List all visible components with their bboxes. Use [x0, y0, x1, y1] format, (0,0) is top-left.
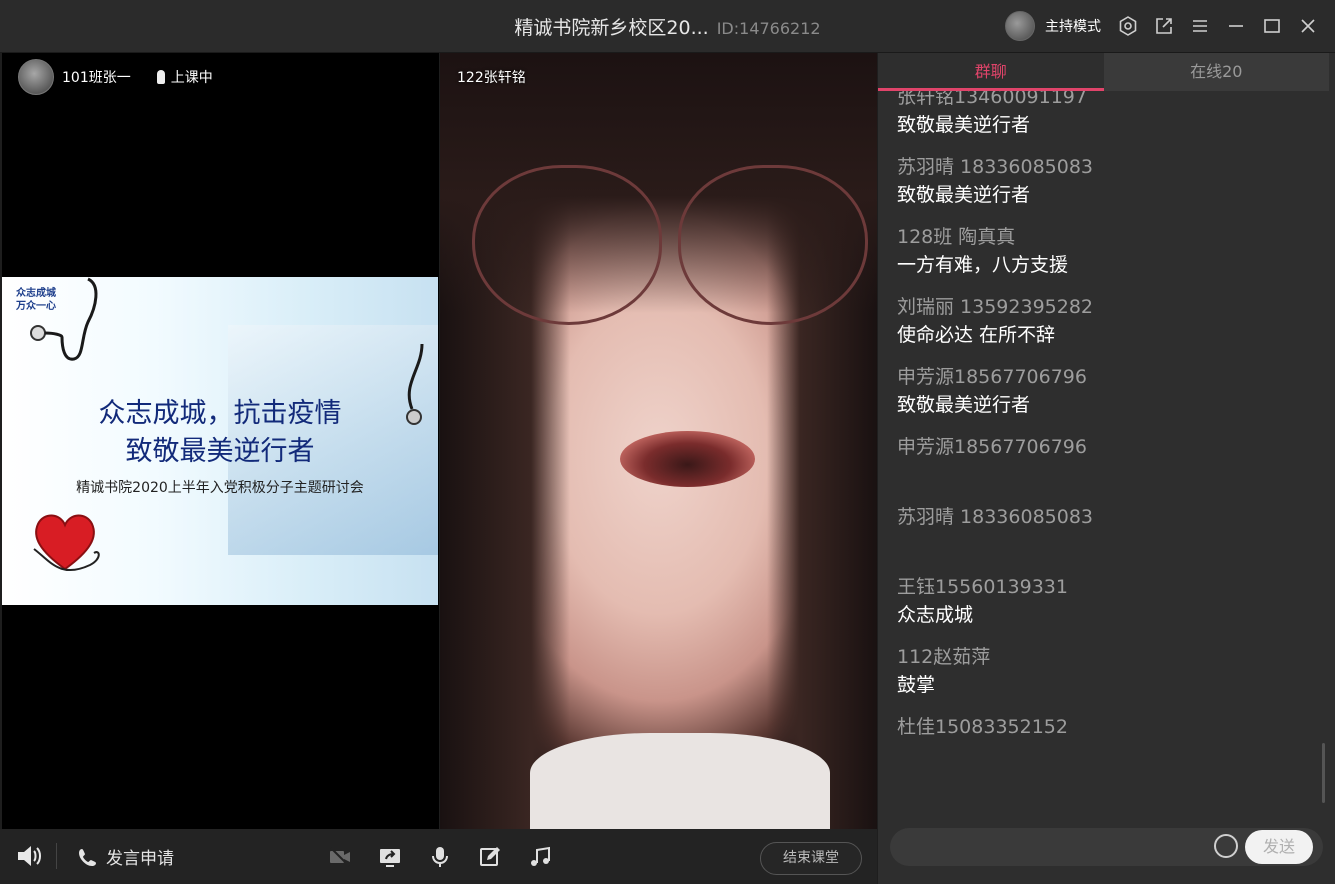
- chat-message-sender: 128班 陶真真: [897, 226, 1016, 248]
- class-status-label: 上课中: [170, 70, 213, 86]
- teacher-avatar: [18, 59, 54, 95]
- stethoscope-icon: [30, 277, 98, 361]
- tab-online-users[interactable]: 在线20: [1103, 53, 1329, 91]
- teacher-info: 101班张一 上课中: [18, 59, 213, 95]
- participant-video[interactable]: 122张轩铭: [440, 53, 877, 829]
- host-mode-label[interactable]: 主持模式: [1045, 16, 1101, 36]
- slide-headline: 众志成城，抗击疫情 致敬最美逆行者: [2, 395, 438, 471]
- chat-message: 刘瑞丽 13592395282 使命必达 在所不辞: [897, 293, 1093, 349]
- class-status: 上课中: [156, 67, 213, 87]
- chat-message: 苏羽晴 18336085083 致敬最美逆行者: [897, 153, 1093, 209]
- chat-message-text: 一方有难，八方支援: [897, 254, 1069, 276]
- chat-message-list[interactable]: 张轩铭13460091197 致敬最美逆行者 苏羽晴 18336085083 致敬最美…: [878, 91, 1323, 827]
- chat-message-sender: 苏羽晴 18336085083: [897, 506, 1094, 528]
- chat-message: 112赵茹萍 鼓掌: [897, 643, 1093, 699]
- chat-panel: 群聊 在线20 张轩铭13460091197 致敬最美逆行者 苏羽晴 1833608…: [878, 53, 1335, 884]
- chat-message-text: 使命必达 在所不辞: [897, 324, 1056, 346]
- slide-headline-line2: 致敬最美逆行者: [125, 436, 315, 467]
- presentation-slide: 众志成城 万众一心 众志成城，抗击疫情 致敬最美逆行者 精诚书院2020上半年入…: [2, 277, 438, 605]
- chat-message-text: 致敬最美逆行者: [897, 184, 1031, 206]
- chat-message-sender: 苏羽晴 18336085083: [897, 156, 1094, 178]
- chat-message: 张轩铭13460091197 致敬最美逆行者: [897, 91, 1093, 139]
- tab-group-chat[interactable]: 群聊: [878, 53, 1104, 91]
- chat-message-text: 众志成城: [897, 604, 974, 626]
- emoji-icon[interactable]: [1214, 834, 1238, 858]
- chat-message-text: 鼓掌: [897, 674, 936, 696]
- music-icon[interactable]: [528, 845, 552, 869]
- microphone-icon[interactable]: [428, 845, 452, 869]
- video-mouth: [620, 431, 755, 487]
- mic-status-icon: [156, 70, 165, 84]
- video-glasses-left: [472, 165, 662, 325]
- chat-input[interactable]: 发送: [890, 828, 1323, 866]
- chat-message-sender: 112赵茹萍: [897, 646, 991, 668]
- end-class-button[interactable]: 结束课堂: [760, 842, 862, 875]
- phone-icon: [79, 848, 96, 866]
- chat-message: 申芳源18567706796 致敬最美逆行者: [897, 363, 1093, 419]
- chat-tabs: 群聊 在线20: [878, 53, 1329, 91]
- speaker-icon[interactable]: [16, 844, 42, 868]
- chat-message: 杜佳15083352152: [897, 713, 1093, 769]
- slide-subtitle: 精诚书院2020上半年入党积极分子主题研讨会: [76, 480, 364, 496]
- chat-message-sender: 刘瑞丽 13592395282: [897, 296, 1094, 318]
- chat-scrollbar[interactable]: [1322, 743, 1325, 803]
- host-avatar[interactable]: [1005, 11, 1035, 41]
- teacher-name: 101班张一: [62, 70, 131, 86]
- chat-message-sender: 申芳源18567706796: [897, 436, 1087, 458]
- participant-name: 122张轩铭: [457, 70, 526, 86]
- meeting-id: ID:14766212: [716, 19, 821, 38]
- video-glasses-right: [678, 165, 868, 325]
- chat-message-text: [897, 531, 1093, 559]
- popout-icon[interactable]: [1151, 13, 1177, 39]
- teacher-stream-panel[interactable]: 101班张一 上课中 众志成城 万众一心 众志成城，抗击疫情 致敬最美逆行者 精…: [2, 53, 439, 829]
- apply-to-speak-label: 发言申请: [106, 849, 174, 869]
- chat-message: 苏羽晴 18336085083: [897, 503, 1093, 559]
- chat-message-text: [897, 741, 1093, 769]
- title-bar: 精诚书院新乡校区20... ID:14766212 主持模式: [0, 0, 1335, 53]
- slide-headline-line1: 众志成城，抗击疫情: [98, 398, 342, 429]
- toolbar-divider: [56, 843, 57, 869]
- meeting-title: 精诚书院新乡校区20...: [514, 17, 709, 39]
- whiteboard-edit-icon[interactable]: [478, 845, 502, 869]
- chat-message: 申芳源18567706796: [897, 433, 1093, 489]
- chat-message-sender: 杜佳15083352152: [897, 716, 1068, 738]
- chat-message: 王钰15560139331 众志成城: [897, 573, 1093, 629]
- chat-message-sender: 申芳源18567706796: [897, 366, 1087, 388]
- send-button[interactable]: 发送: [1245, 830, 1313, 864]
- camera-off-icon[interactable]: [328, 845, 352, 869]
- chat-message-text: 致敬最美逆行者: [897, 114, 1031, 136]
- apply-to-speak-button[interactable]: 发言申请: [78, 844, 174, 869]
- chat-message-text: [897, 461, 1093, 489]
- settings-icon[interactable]: [1115, 13, 1141, 39]
- heart-icon: [33, 514, 100, 572]
- chat-message-text: 致敬最美逆行者: [897, 394, 1031, 416]
- screen-share-icon[interactable]: [378, 845, 402, 869]
- message-container: 张轩铭13460091197 致敬最美逆行者 苏羽晴 18336085083 致敬最美…: [897, 91, 1093, 783]
- chat-message: 128班 陶真真一方有难，八方支援: [897, 223, 1093, 279]
- close-icon[interactable]: [1295, 13, 1321, 39]
- chat-message-sender: 王钰15560139331: [897, 576, 1068, 598]
- menu-icon[interactable]: [1187, 13, 1213, 39]
- minimize-icon[interactable]: [1223, 13, 1249, 39]
- chat-message-sender: 张轩铭13460091197: [897, 91, 1087, 108]
- bottom-toolbar: 发言申请 结束课堂: [0, 829, 877, 884]
- video-sweater: [530, 733, 830, 829]
- maximize-icon[interactable]: [1259, 13, 1285, 39]
